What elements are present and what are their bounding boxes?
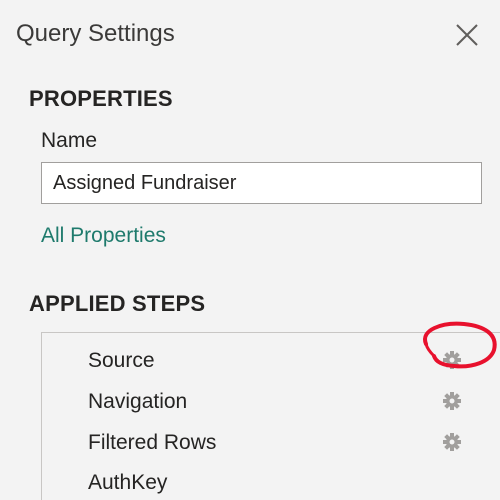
- step-label: Navigation: [88, 390, 188, 413]
- close-icon[interactable]: [452, 20, 482, 50]
- name-label: Name: [41, 129, 98, 152]
- step-label: AuthKey: [88, 471, 168, 494]
- applied-steps-list: Source Navigation Filtered Rows AuthKey: [41, 332, 500, 500]
- step-source[interactable]: Source: [42, 340, 500, 380]
- properties-section-toggle[interactable]: PROPERTIES: [16, 84, 173, 114]
- gear-icon[interactable]: [442, 391, 462, 411]
- query-settings-pane: Query Settings PROPERTIES Name All Prope…: [0, 0, 500, 500]
- pane-title: Query Settings: [16, 20, 175, 47]
- step-navigation[interactable]: Navigation: [42, 381, 500, 421]
- gear-icon[interactable]: [442, 350, 462, 370]
- gear-icon[interactable]: [442, 432, 462, 452]
- properties-header: PROPERTIES: [29, 86, 173, 111]
- step-authkey[interactable]: AuthKey: [42, 462, 500, 500]
- step-label: Filtered Rows: [88, 431, 217, 454]
- all-properties-link[interactable]: All Properties: [41, 221, 166, 251]
- step-label: Source: [88, 349, 155, 372]
- query-name-input[interactable]: [41, 162, 482, 204]
- applied-steps-section-toggle[interactable]: APPLIED STEPS: [16, 289, 205, 319]
- applied-steps-header: APPLIED STEPS: [29, 291, 206, 316]
- step-filtered-rows[interactable]: Filtered Rows: [42, 422, 500, 462]
